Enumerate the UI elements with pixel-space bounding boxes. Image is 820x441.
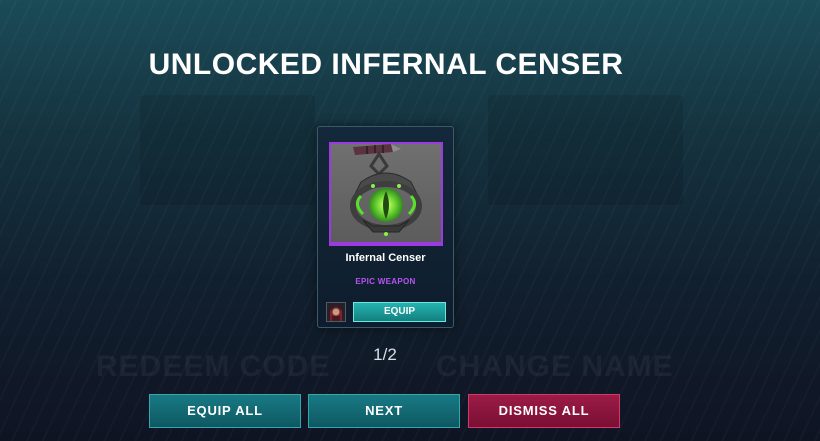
infernal-censer-icon: [350, 144, 422, 236]
background-panel-left: [140, 95, 315, 205]
item-rarity: EPIC WEAPON: [355, 277, 416, 286]
background-change-name: CHANGE NAME: [436, 350, 674, 383]
item-card: Infernal Censer EPIC WEAPON EQUIP: [317, 126, 454, 328]
equip-all-button[interactable]: EQUIP ALL: [149, 394, 301, 428]
equip-button[interactable]: EQUIP: [353, 302, 446, 322]
page-indicator: 1/2: [373, 345, 397, 364]
next-button[interactable]: NEXT: [308, 394, 460, 428]
item-name: Infernal Censer: [345, 252, 426, 264]
hero-portrait-icon[interactable]: [326, 302, 346, 322]
item-image-frame: [329, 142, 443, 246]
background-panel-right: [488, 95, 683, 205]
dismiss-all-button[interactable]: DISMISS ALL: [468, 394, 620, 428]
background-redeem-code: REDEEM CODE: [96, 350, 331, 383]
unlock-title: UNLOCKED INFERNAL CENSER: [148, 48, 624, 81]
